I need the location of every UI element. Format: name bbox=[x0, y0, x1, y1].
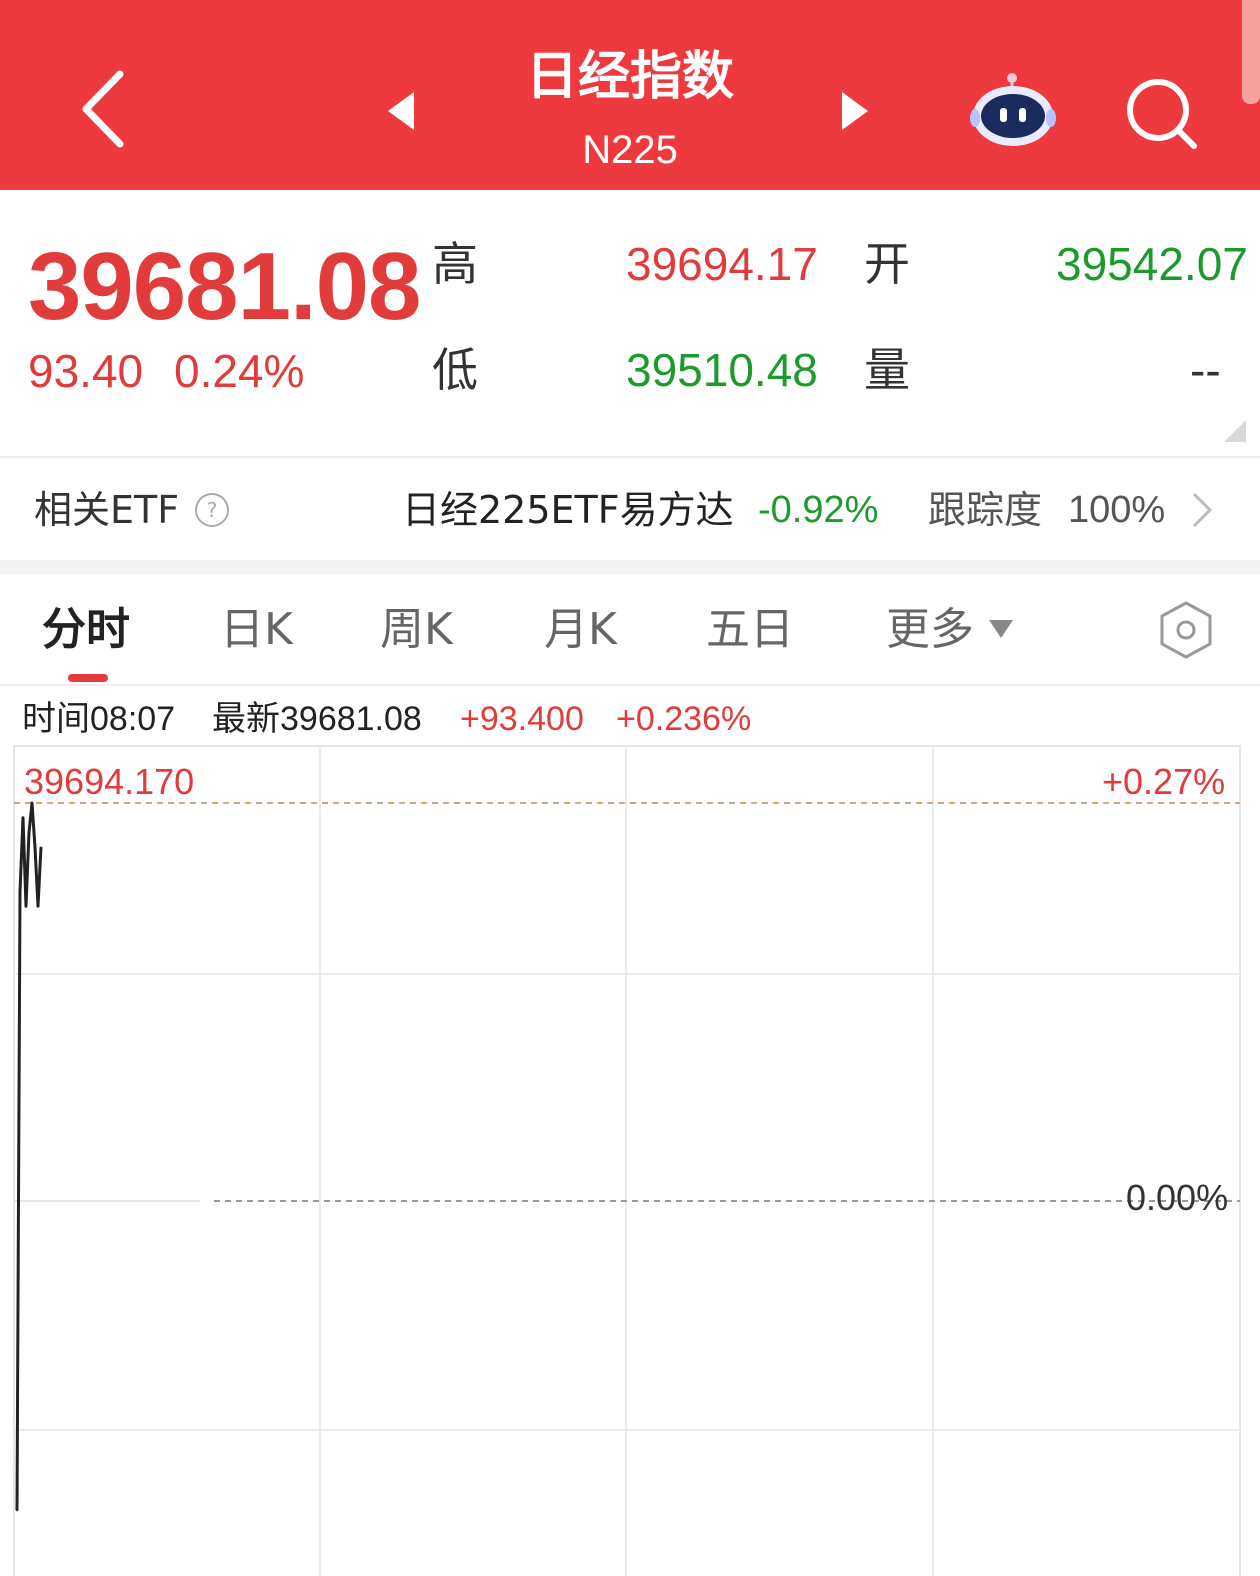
related-etf-label: 相关ETF bbox=[34, 488, 180, 532]
top-price-label: 39694.170 bbox=[24, 761, 195, 802]
top-percent-label: +0.27% bbox=[1102, 761, 1226, 802]
tab-weekly-k[interactable]: 周K bbox=[380, 602, 453, 658]
current-price: 39681.08 bbox=[28, 233, 421, 340]
expand-corner-icon[interactable] bbox=[1224, 420, 1246, 442]
high-value: 39694.17 bbox=[626, 238, 818, 290]
next-index-icon[interactable] bbox=[840, 90, 870, 132]
price-point bbox=[22, 816, 24, 819]
price-point bbox=[25, 905, 27, 907]
open-label: 开 bbox=[864, 237, 910, 291]
price-point bbox=[28, 831, 30, 834]
tab-five-day[interactable]: 五日 bbox=[706, 602, 794, 658]
index-code: N225 bbox=[582, 128, 678, 172]
chart-canvas bbox=[13, 745, 1241, 1576]
dropdown-triangle-icon[interactable] bbox=[988, 618, 1014, 640]
chevron-right-icon[interactable] bbox=[1186, 488, 1216, 532]
price-change: 93.40 bbox=[28, 345, 144, 397]
info-latest: 最新39681.08 bbox=[212, 700, 422, 738]
header-bar: 日经指数 N225 bbox=[0, 0, 1260, 190]
tab-daily-k[interactable]: 日K bbox=[220, 602, 293, 658]
price-point bbox=[37, 905, 39, 907]
info-change-percent: +0.236% bbox=[616, 700, 752, 738]
svg-text:?: ? bbox=[207, 498, 218, 522]
low-value: 39510.48 bbox=[626, 344, 818, 396]
volume-label: 量 bbox=[864, 343, 910, 397]
tracking-label: 跟踪度 bbox=[928, 488, 1043, 532]
back-arrow-icon[interactable] bbox=[72, 64, 136, 154]
robot-assistant-icon[interactable] bbox=[968, 70, 1058, 150]
help-icon[interactable]: ? bbox=[194, 492, 230, 528]
volume-value: -- bbox=[1190, 344, 1221, 396]
tab-divider bbox=[0, 684, 1260, 686]
zero-percent-label: 0.00% bbox=[1126, 1177, 1229, 1218]
price-change-percent: 0.24% bbox=[174, 345, 305, 397]
scrollbar-thumb[interactable] bbox=[1242, 0, 1260, 104]
price-line-series-0 bbox=[15, 801, 43, 1511]
price-point bbox=[40, 846, 42, 849]
intraday-chart[interactable]: 39694.170 +0.27% 0.00% bbox=[0, 744, 1260, 1576]
tab-more[interactable]: 更多 bbox=[886, 602, 974, 658]
tracking-value: 100% bbox=[1068, 489, 1166, 531]
open-value: 39542.07 bbox=[1056, 238, 1248, 290]
price-point bbox=[19, 890, 21, 893]
settings-hexagon-icon[interactable] bbox=[1158, 600, 1214, 660]
tab-active-indicator bbox=[68, 674, 108, 682]
info-time: 时间08:07 bbox=[22, 700, 176, 738]
price-point bbox=[34, 846, 36, 849]
info-change: +93.400 bbox=[460, 700, 584, 738]
search-icon[interactable] bbox=[1122, 74, 1202, 154]
previous-index-icon[interactable] bbox=[386, 90, 416, 132]
divider bbox=[0, 456, 1260, 458]
tab-intraday[interactable]: 分时 bbox=[42, 602, 130, 658]
etf-name[interactable]: 日经225ETF易方达 bbox=[402, 486, 734, 534]
price-point bbox=[16, 1509, 18, 1512]
section-gap bbox=[0, 560, 1260, 574]
tab-monthly-k[interactable]: 月K bbox=[544, 602, 617, 658]
page-title: 日经指数 bbox=[525, 47, 734, 107]
high-label: 高 bbox=[432, 237, 478, 291]
low-label: 低 bbox=[432, 343, 478, 397]
etf-change: -0.92% bbox=[758, 489, 879, 531]
